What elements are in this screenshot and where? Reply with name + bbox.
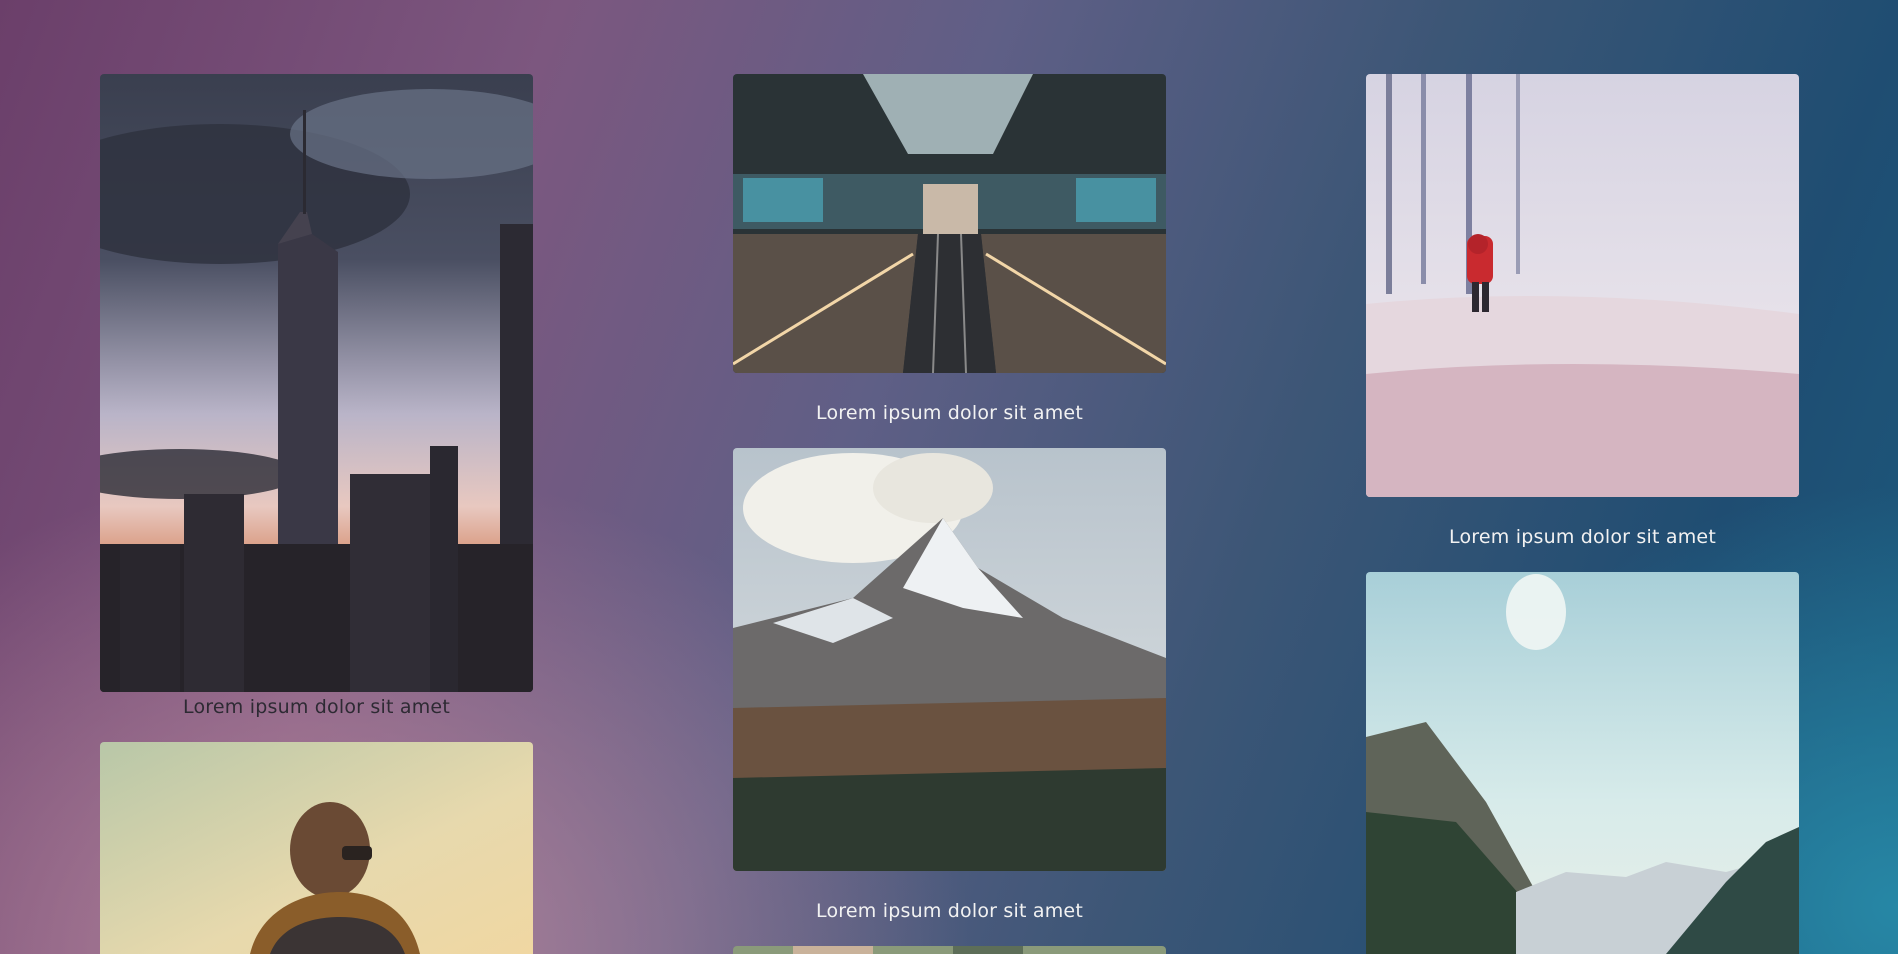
photo-person-sunglasses[interactable] [100,742,533,954]
card-caption: Lorem ipsum dolor sit amet [1449,526,1716,548]
photo-escalator[interactable] [733,74,1166,373]
photo-red-coat-snow[interactable] [1366,74,1799,497]
photo-mountain-valley[interactable] [1366,572,1799,954]
photo-city-skyline[interactable] [100,74,533,692]
card-caption: Lorem ipsum dolor sit amet [183,696,450,718]
card-caption: Lorem ipsum dolor sit amet [816,402,1083,424]
photo-partial[interactable] [733,946,1166,954]
card-caption: Lorem ipsum dolor sit amet [816,900,1083,922]
photo-mountain-peak[interactable] [733,448,1166,871]
